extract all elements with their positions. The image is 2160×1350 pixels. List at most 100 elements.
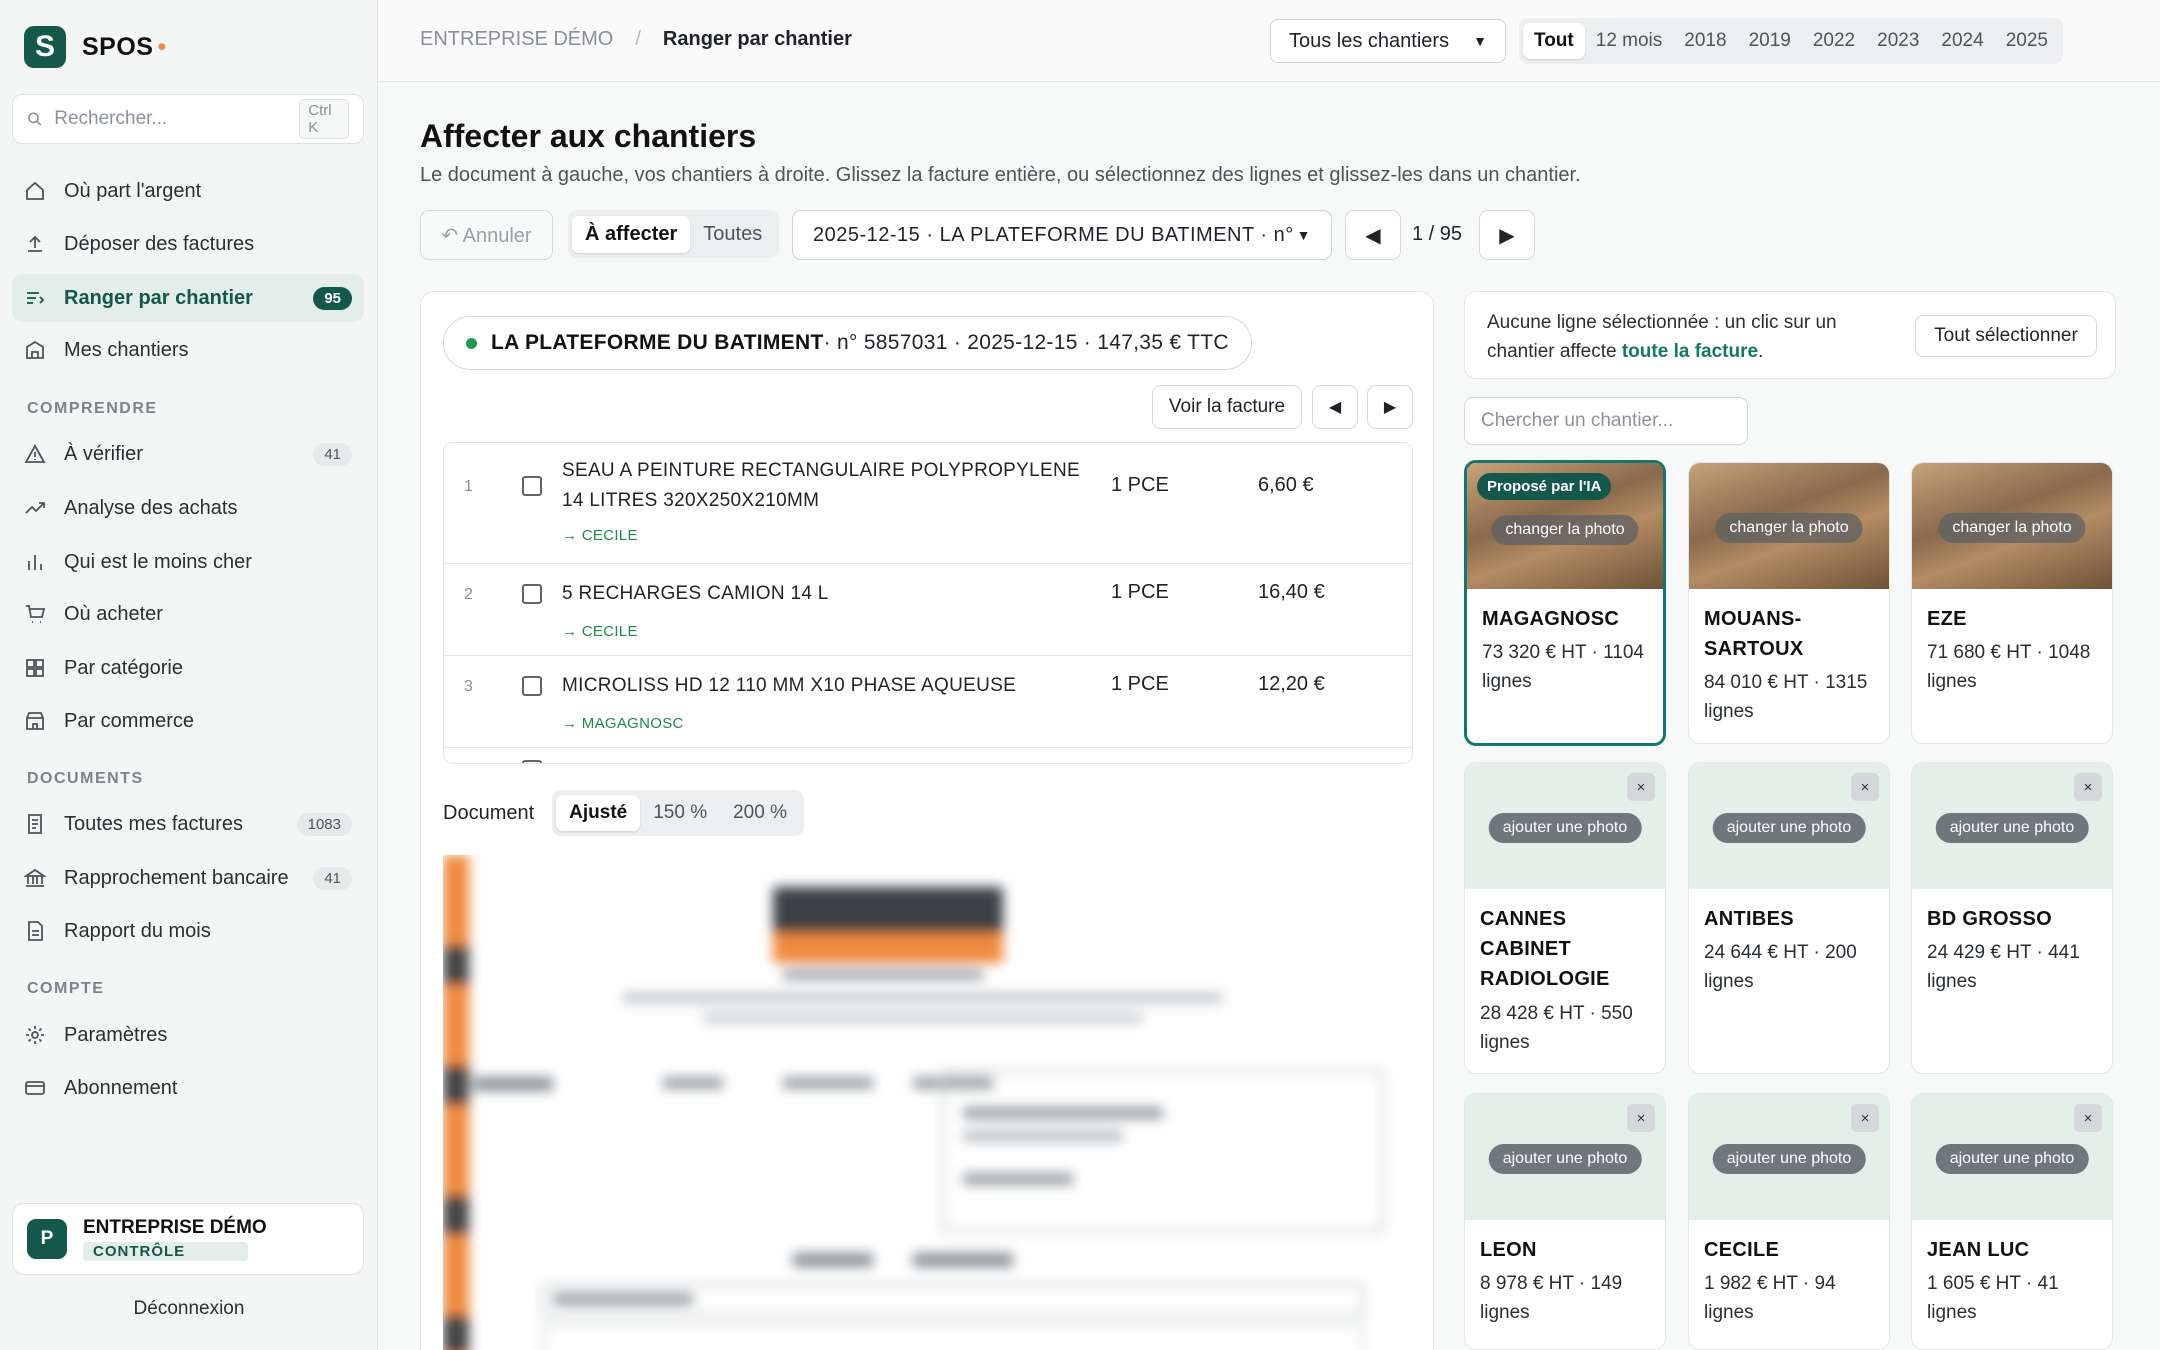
table-row-partial[interactable] [444,748,1412,763]
add-photo-button[interactable]: ajouter une photo [1935,1144,2089,1174]
organization-card[interactable]: P ENTREPRISE DÉMO CONTRÔLE [12,1203,364,1275]
upload-icon [24,233,46,255]
chantier-stats: 28 428 € HT · 550 lignes [1480,1003,1633,1053]
zoom-150[interactable]: 150 % [640,795,720,831]
bank-icon [24,867,46,889]
chantier-card-cecile[interactable]: × ajouter une photo CECILE 1 982 € HT · … [1688,1093,1890,1350]
nav-a-verifier[interactable]: À vérifier 41 [12,430,364,478]
grid-icon [24,657,46,679]
prev-page-button[interactable]: ◀ [1312,385,1358,429]
search-icon [28,112,42,126]
chantier-name: JEAN LUC [1927,1239,2030,1261]
section-documents: DOCUMENTS [27,770,144,787]
period-2025[interactable]: 2025 [1995,23,2059,59]
chantier-card-leon[interactable]: × ajouter une photo LEON 8 978 € HT · 14… [1464,1093,1666,1350]
nav-analyse-des-achats[interactable]: Analyse des achats [12,484,364,532]
table-row[interactable]: 2 5 RECHARGES CAMION 14 L → CECILE 1 PCE… [444,564,1412,656]
add-photo-button[interactable]: ajouter une photo [1488,813,1642,843]
period-12-mois[interactable]: 12 mois [1585,23,1674,59]
nav-ou-acheter[interactable]: Où acheter [12,590,364,638]
period-2019[interactable]: 2019 [1738,23,1802,59]
add-photo-button[interactable]: ajouter une photo [1712,813,1866,843]
change-photo-button[interactable]: changer la photo [1491,515,1639,545]
document-preview[interactable] [443,855,1413,1350]
nav-rapport-du-mois[interactable]: Rapport du mois [12,907,364,955]
chantier-card-cannes-cabinet-radiologie[interactable]: × ajouter une photo CANNES CABINET RADIO… [1464,762,1666,1074]
change-photo-button[interactable]: changer la photo [1938,513,2086,543]
document-select[interactable]: 2025-12-15 · LA PLATEFORME DU BATIMENT ·… [792,210,1332,260]
close-icon[interactable]: × [1851,773,1879,801]
prev-document-button[interactable]: ◀ [1345,210,1401,260]
document-toolbar: Document Ajusté 150 % 200 % [443,790,804,836]
chantier-search-input[interactable] [1464,397,1748,445]
nav-toutes-mes-factures[interactable]: Toutes mes factures 1083 [12,800,364,848]
ai-suggestion-badge: Proposé par l'IA [1477,473,1612,500]
line-amount: 6,60 € [1258,474,1314,496]
chantier-stats: 84 010 € HT · 1315 lignes [1704,672,1868,722]
chantier-card-eze[interactable]: changer la photo EZE 71 680 € HT · 1048 … [1911,462,2113,744]
line-checkbox[interactable] [522,584,542,604]
nav-rapprochement-bancaire[interactable]: Rapprochement bancaire 41 [12,854,364,902]
nav-deposer-des-factures[interactable]: Déposer des factures [12,220,364,268]
chantier-filter-select[interactable]: Tous les chantiers ▼ [1270,19,1506,63]
nav-qui-est-le-moins-cher[interactable]: Qui est le moins cher [12,538,364,586]
chantier-card-magagnosc[interactable]: Proposé par l'IA changer la photo MAGAGN… [1464,460,1666,746]
global-search[interactable]: Ctrl K [12,94,364,144]
nav-mes-chantiers[interactable]: Mes chantiers [12,326,364,374]
topbar: ENTREPRISE DÉMO / Ranger par chantier To… [378,0,2160,82]
change-photo-button[interactable]: changer la photo [1715,513,1863,543]
add-photo-button[interactable]: ajouter une photo [1935,813,2089,843]
logo-dot-icon: • [157,32,167,61]
add-photo-button[interactable]: ajouter une photo [1712,1144,1866,1174]
nav-badge: 1083 [296,812,352,836]
period-tout[interactable]: Tout [1523,23,1585,59]
logout-link[interactable]: Déconnexion [0,1298,378,1320]
warning-icon [24,443,46,465]
filter-a-affecter[interactable]: À affecter [572,215,691,253]
period-2024[interactable]: 2024 [1930,23,1994,59]
add-photo-button[interactable]: ajouter une photo [1488,1144,1642,1174]
line-checkbox[interactable] [522,676,542,696]
nav-parametres[interactable]: Paramètres [12,1011,364,1059]
invoice-meta: · n° 5857031 · 2025-12-15 · 147,35 € TTC [823,331,1229,354]
nav-ranger-par-chantier[interactable]: Ranger par chantier 95 [12,274,364,322]
nav-ou-part-largent[interactable]: Où part l'argent [12,167,364,215]
breadcrumb-org[interactable]: ENTREPRISE DÉMO [420,28,613,51]
logo[interactable]: S SPOS • [24,26,166,68]
close-icon[interactable]: × [1851,1104,1879,1132]
close-icon[interactable]: × [2074,773,2102,801]
period-2022[interactable]: 2022 [1802,23,1866,59]
next-page-button[interactable]: ▶ [1367,385,1413,429]
close-icon[interactable]: × [2074,1104,2102,1132]
table-row[interactable]: 3 MICROLISS HD 12 110 MM X10 PHASE AQUEU… [444,656,1412,748]
chantier-card-bd-grosso[interactable]: × ajouter une photo BD GROSSO 24 429 € H… [1911,762,2113,1074]
chantier-card-mouans-sartoux[interactable]: changer la photo MOUANS-SARTOUX 84 010 €… [1688,462,1890,744]
nav-par-commerce[interactable]: Par commerce [12,697,364,745]
chantier-stats: 1 982 € HT · 94 lignes [1704,1273,1836,1323]
select-all-button[interactable]: Tout sélectionner [1915,315,2097,357]
assignment-filter: À affecter Toutes [568,210,780,258]
line-checkbox[interactable] [522,760,542,763]
line-checkbox[interactable] [522,476,542,496]
nav-abonnement[interactable]: Abonnement [12,1064,364,1112]
zoom-fit[interactable]: Ajusté [556,795,641,831]
period-2023[interactable]: 2023 [1866,23,1930,59]
nav-par-categorie[interactable]: Par catégorie [12,644,364,692]
section-compte: COMPTE [27,980,105,997]
table-row[interactable]: 1 SEAU A PEINTURE RECTANGULAIRE POLYPROP… [444,443,1412,564]
undo-button[interactable]: ↶ Annuler [420,210,553,260]
chantier-card-jean-luc[interactable]: × ajouter une photo JEAN LUC 1 605 € HT … [1911,1093,2113,1350]
chantier-card-antibes[interactable]: × ajouter une photo ANTIBES 24 644 € HT … [1688,762,1890,1074]
search-input[interactable] [54,108,300,130]
filter-toutes[interactable]: Toutes [690,216,775,253]
invoice-draggable[interactable]: LA PLATEFORME DU BATIMENT · n° 5857031 ·… [443,316,1252,370]
view-invoice-button[interactable]: Voir la facture [1152,385,1302,429]
trend-icon [24,497,46,519]
period-2018[interactable]: 2018 [1673,23,1737,59]
next-document-button[interactable]: ▶ [1479,210,1535,260]
close-icon[interactable]: × [1627,773,1655,801]
hint-text: Aucune ligne sélectionnée : un clic sur … [1487,312,1837,362]
close-icon[interactable]: × [1627,1104,1655,1132]
zoom-200[interactable]: 200 % [720,795,800,831]
triangle-left-icon: ◀ [1365,224,1381,247]
